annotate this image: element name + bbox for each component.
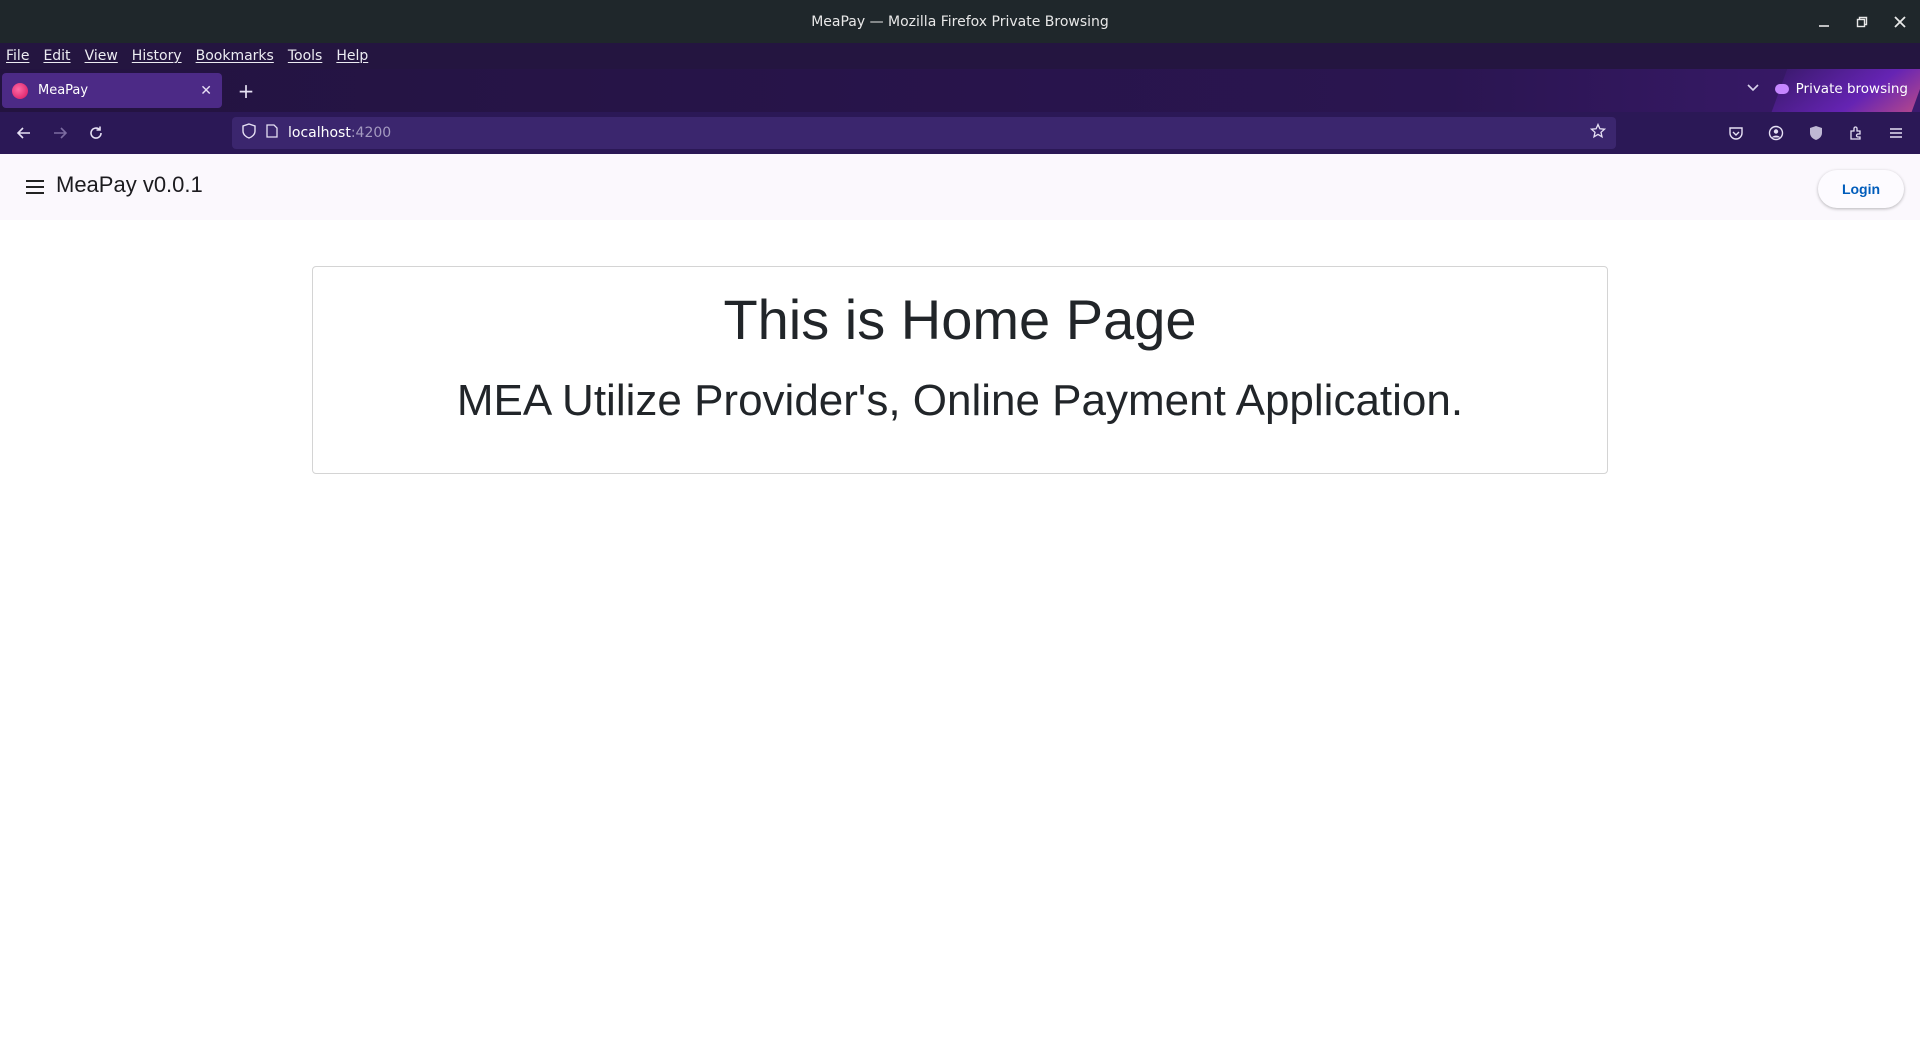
close-icon[interactable] (1892, 14, 1908, 30)
nav-toolbar: localhost:4200 (0, 112, 1920, 154)
url-text: localhost:4200 (288, 125, 391, 141)
back-arrow-icon[interactable] (6, 115, 42, 151)
menu-tools[interactable]: Tools (288, 48, 323, 64)
home-card: This is Home Page MEA Utilize Provider's… (312, 266, 1608, 474)
forward-arrow-icon[interactable] (42, 115, 78, 151)
restore-icon[interactable] (1854, 14, 1870, 30)
menu-file[interactable]: File (6, 48, 29, 64)
private-browsing-label: Private browsing (1795, 81, 1908, 97)
url-host: localhost (288, 125, 351, 141)
tab-list-chevron-icon[interactable] (1746, 81, 1760, 97)
tab-strip: MeaPay ✕ + Private browsing (0, 69, 1920, 112)
toolbar-right-icons (1718, 115, 1914, 151)
menu-edit[interactable]: Edit (43, 48, 70, 64)
bookmark-star-icon[interactable] (1589, 122, 1607, 143)
page-info-icon[interactable] (266, 124, 278, 142)
menubar: File Edit View History Bookmarks Tools H… (0, 43, 1920, 69)
angular-favicon-icon (12, 82, 28, 99)
app-menu-icon[interactable] (1878, 115, 1914, 151)
tab-close-icon[interactable]: ✕ (200, 83, 212, 99)
menu-history[interactable]: History (132, 48, 182, 64)
pocket-icon[interactable] (1718, 115, 1754, 151)
app-toolbar: MeaPay v0.0.1 Login (0, 154, 1920, 220)
extensions-icon[interactable] (1838, 115, 1874, 151)
window-title: MeaPay — Mozilla Firefox Private Browsin… (811, 13, 1109, 30)
home-heading: This is Home Page (723, 288, 1197, 351)
url-bar[interactable]: localhost:4200 (232, 117, 1616, 149)
tab-title: MeaPay (38, 83, 89, 98)
url-port: :4200 (350, 125, 392, 141)
ublock-shield-icon[interactable] (1798, 115, 1834, 151)
tab-meapay[interactable]: MeaPay ✕ (2, 73, 222, 108)
menu-bookmarks[interactable]: Bookmarks (196, 48, 274, 64)
account-icon[interactable] (1758, 115, 1794, 151)
app-title: MeaPay v0.0.1 (56, 172, 203, 197)
os-titlebar: MeaPay — Mozilla Firefox Private Browsin… (0, 0, 1920, 43)
minimize-icon[interactable] (1816, 14, 1832, 30)
reload-icon[interactable] (78, 115, 114, 151)
menu-view[interactable]: View (85, 48, 118, 64)
window-controls (1816, 0, 1912, 43)
home-subheading: MEA Utilize Provider's, Online Payment A… (456, 375, 1464, 425)
login-button[interactable]: Login (1818, 170, 1904, 208)
private-browsing-badge: Private browsing (1774, 81, 1908, 97)
private-mask-icon (1774, 84, 1789, 94)
new-tab-icon[interactable]: + (236, 81, 256, 101)
tracking-shield-icon[interactable] (242, 123, 256, 143)
menu-toggle-icon[interactable] (26, 176, 46, 198)
menu-help[interactable]: Help (336, 48, 368, 64)
